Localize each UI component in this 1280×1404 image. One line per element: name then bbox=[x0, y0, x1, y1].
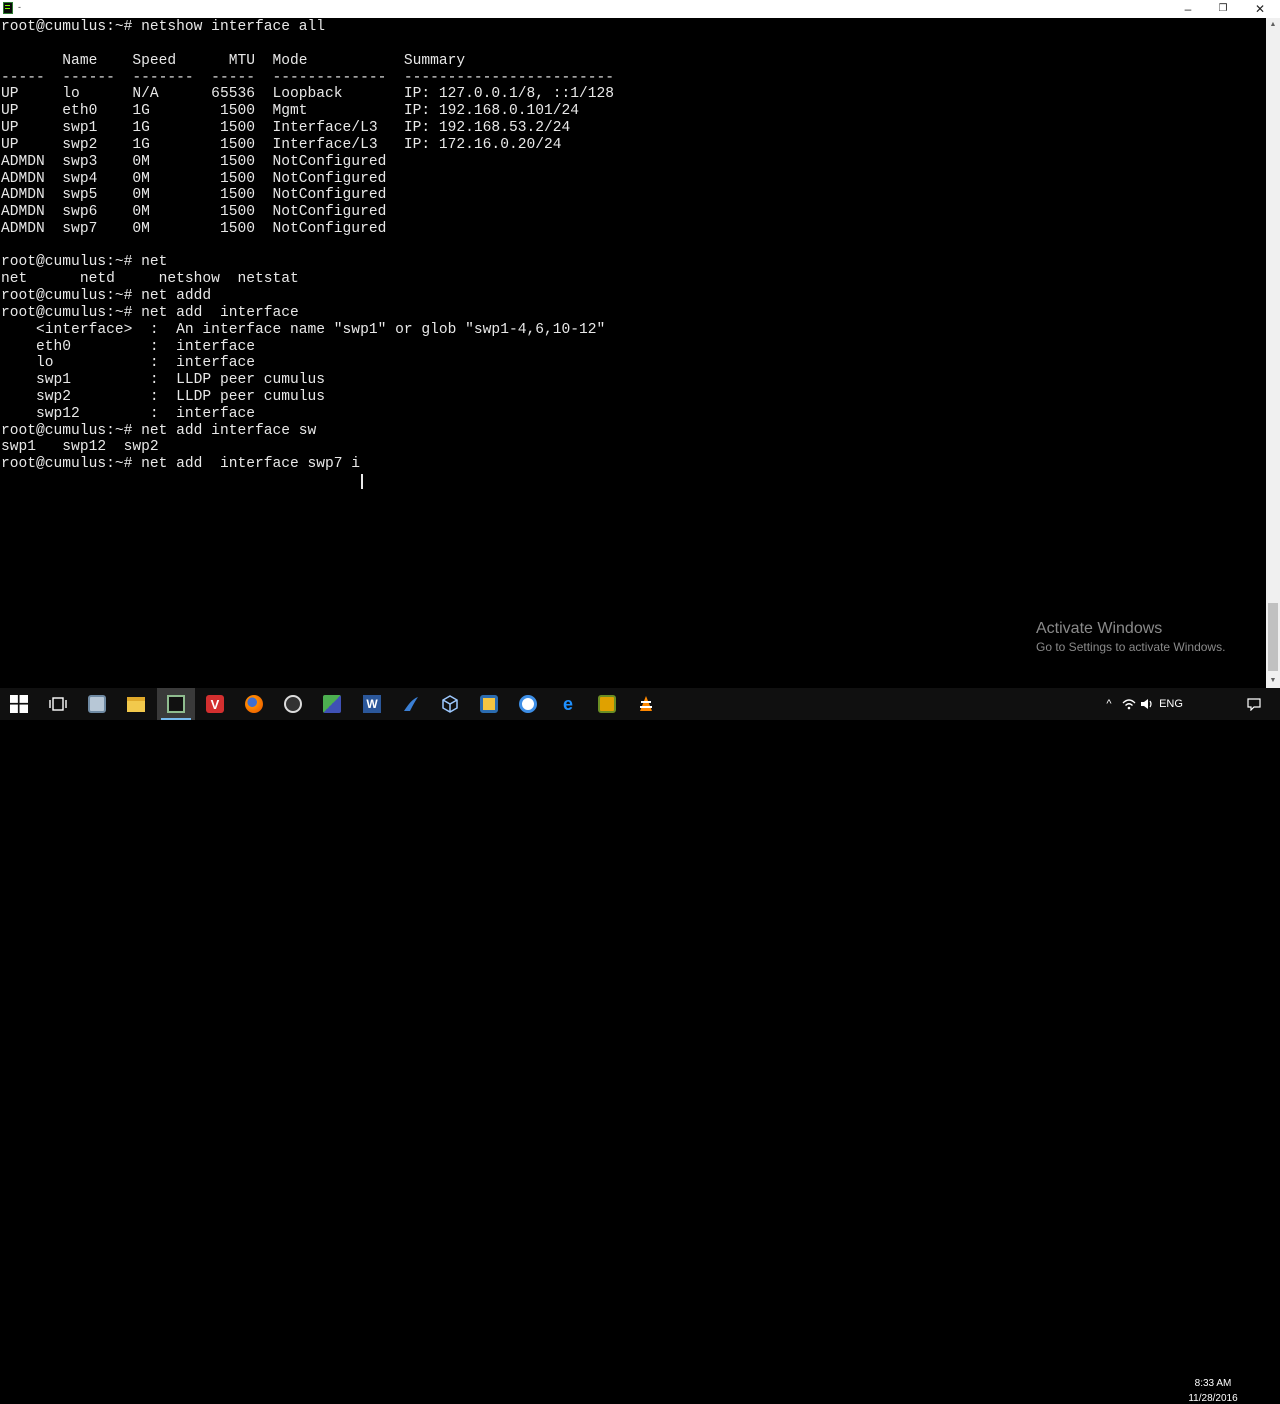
terminal-line: ADMDN swp5 0M 1500 NotConfigured bbox=[1, 187, 387, 203]
terminal-line: root@cumulus:~# netshow interface all bbox=[1, 19, 326, 35]
language-indicator[interactable]: ENG bbox=[1158, 688, 1184, 720]
terminal-scrollbar[interactable]: ▲ ▼ bbox=[1266, 18, 1280, 688]
text-cursor bbox=[361, 474, 363, 489]
terminal-line: net netd netshow netstat bbox=[1, 271, 299, 287]
terminal-line: ADMDN swp7 0M 1500 NotConfigured bbox=[1, 221, 387, 237]
terminal-line: ADMDN swp4 0M 1500 NotConfigured bbox=[1, 171, 387, 187]
taskbar-app-chrome-like[interactable] bbox=[274, 688, 312, 720]
taskbar: V W e ^ ENG 8:33 AM 11/28/2016 bbox=[0, 688, 1280, 1404]
windows-logo-icon bbox=[10, 695, 28, 713]
start-button[interactable] bbox=[0, 688, 38, 720]
wifi-icon[interactable] bbox=[1120, 688, 1138, 720]
task-view-icon bbox=[49, 697, 67, 711]
taskbar-app-word[interactable]: W bbox=[353, 688, 391, 720]
terminal-line: UP lo N/A 65536 Loopback IP: 127.0.0.1/8… bbox=[1, 86, 615, 102]
terminal-line: swp12 : interface bbox=[1, 406, 255, 422]
tools-icon bbox=[598, 695, 616, 713]
network-tool-icon bbox=[323, 695, 341, 713]
window-title: - bbox=[18, 2, 21, 12]
taskbar-app-network[interactable] bbox=[78, 688, 116, 720]
taskbar-app-notes[interactable] bbox=[470, 688, 508, 720]
terminal-line: lo : interface bbox=[1, 355, 255, 371]
vlc-icon bbox=[640, 696, 652, 711]
taskbar-app-network-tool[interactable] bbox=[313, 688, 351, 720]
task-view-button[interactable] bbox=[39, 688, 77, 720]
maximize-button[interactable]: ❐ bbox=[1205, 0, 1241, 18]
volume-icon[interactable] bbox=[1138, 688, 1156, 720]
terminal-line: swp1 : LLDP peer cumulus bbox=[1, 372, 326, 388]
taskbar-app-terminal[interactable] bbox=[157, 688, 195, 720]
vivaldi-icon: V bbox=[206, 695, 224, 713]
terminal-line: <interface> : An interface name "swp1" o… bbox=[1, 322, 606, 338]
taskbar-app-vlc[interactable] bbox=[627, 688, 665, 720]
terminal-line: swp2 : LLDP peer cumulus bbox=[1, 389, 326, 405]
terminal-output[interactable]: root@cumulus:~# netshow interface all Na… bbox=[0, 18, 1266, 688]
scroll-up-arrow-icon[interactable]: ▲ bbox=[1266, 18, 1280, 32]
terminal-line: ADMDN swp6 0M 1500 NotConfigured bbox=[1, 204, 387, 220]
word-icon: W bbox=[363, 695, 381, 713]
taskbar-app-firefox[interactable] bbox=[235, 688, 273, 720]
firefox-icon bbox=[245, 695, 263, 713]
aperture-icon bbox=[284, 695, 302, 713]
terminal-line: root@cumulus:~# net add interface bbox=[1, 305, 299, 321]
minimize-button[interactable]: – bbox=[1170, 0, 1206, 18]
activate-windows-subtitle: Go to Settings to activate Windows. bbox=[1036, 640, 1226, 654]
notes-icon bbox=[480, 695, 498, 713]
clock-time[interactable]: 8:33 AM bbox=[1188, 1378, 1238, 1389]
terminal-line: root@cumulus:~# net bbox=[1, 254, 168, 270]
terminal-app-icon[interactable] bbox=[3, 2, 13, 14]
terminal-line: Name Speed MTU Mode Summary bbox=[1, 53, 466, 69]
cube-icon bbox=[442, 695, 458, 713]
taskbar-app-virtualbox[interactable] bbox=[431, 688, 469, 720]
terminal-line: root@cumulus:~# net add interface sw bbox=[1, 423, 317, 439]
window-title-bar: - – ❐ ✕ bbox=[0, 0, 1280, 18]
folder-icon bbox=[127, 696, 145, 712]
terminal-line: ----- ------ ------- ----- -------------… bbox=[1, 70, 615, 86]
terminal-prompt-line[interactable]: root@cumulus:~# net add interface swp7 i bbox=[1, 456, 360, 473]
terminal-line: UP eth0 1G 1500 Mgmt IP: 192.168.0.101/2… bbox=[1, 103, 580, 119]
terminal-line: root@cumulus:~# net addd bbox=[1, 288, 212, 304]
network-app-icon bbox=[88, 695, 106, 713]
taskbar-app-wireshark[interactable] bbox=[392, 688, 430, 720]
terminal-line: UP swp2 1G 1500 Interface/L3 IP: 172.16.… bbox=[1, 137, 562, 153]
close-button[interactable]: ✕ bbox=[1242, 0, 1278, 18]
show-hidden-icons-chevron-icon[interactable]: ^ bbox=[1100, 688, 1118, 720]
scroll-down-arrow-icon[interactable]: ▼ bbox=[1266, 674, 1280, 688]
terminal-line: swp1 swp12 swp2 bbox=[1, 439, 159, 455]
terminal-icon bbox=[167, 695, 185, 713]
edge-icon: e bbox=[562, 693, 573, 714]
activate-windows-title: Activate Windows bbox=[1036, 620, 1163, 637]
taskbar-app-internet-explorer[interactable] bbox=[509, 688, 547, 720]
notification-center-icon[interactable] bbox=[1244, 688, 1264, 720]
taskbar-app-tools[interactable] bbox=[588, 688, 626, 720]
ie-icon bbox=[519, 695, 537, 713]
taskbar-app-vivaldi[interactable]: V bbox=[196, 688, 234, 720]
terminal-line: UP swp1 1G 1500 Interface/L3 IP: 192.168… bbox=[1, 120, 571, 136]
terminal-line: ADMDN swp3 0M 1500 NotConfigured bbox=[1, 154, 387, 170]
taskbar-app-file-explorer[interactable] bbox=[117, 688, 155, 720]
taskbar-app-edge[interactable]: e bbox=[549, 688, 587, 720]
clock-date[interactable]: 11/28/2016 bbox=[1186, 1393, 1240, 1404]
wireshark-icon bbox=[404, 697, 418, 711]
scrollbar-thumb[interactable] bbox=[1268, 603, 1278, 671]
terminal-line: eth0 : interface bbox=[1, 339, 255, 355]
